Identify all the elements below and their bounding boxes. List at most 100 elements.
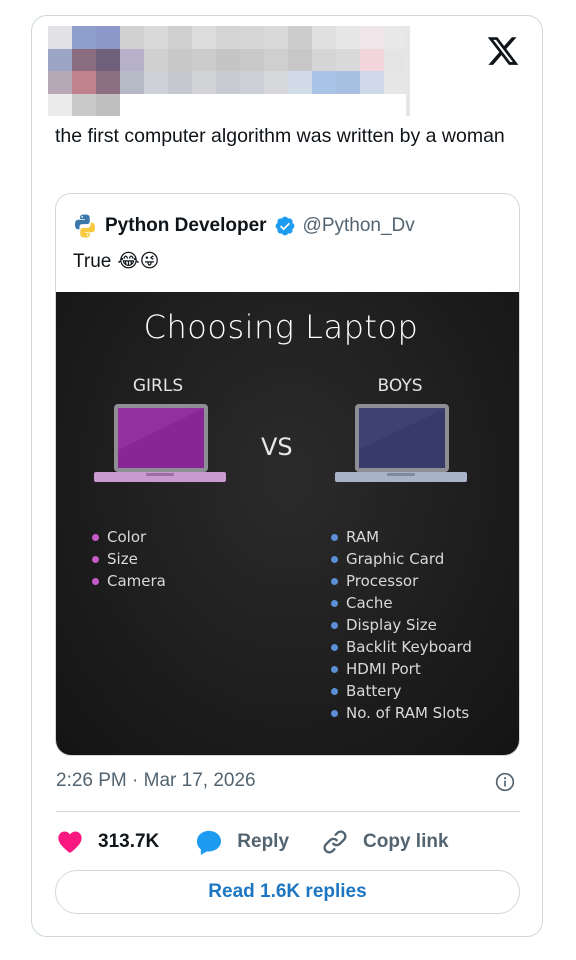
mosaic-cell <box>144 71 168 94</box>
boys-item-label: No. of RAM Slots <box>346 704 470 722</box>
pixelated-author-area <box>48 26 408 116</box>
quoted-author-name[interactable]: Python Developer <box>105 215 267 237</box>
mosaic-cell <box>264 26 288 49</box>
boys-item-label: Processor <box>346 572 419 590</box>
bullet-dot <box>92 533 99 541</box>
mosaic-cell <box>312 93 336 116</box>
boys-item: Cache <box>331 592 472 614</box>
quoted-author-handle[interactable]: @Python_Dv <box>303 215 415 237</box>
mosaic-cell <box>96 48 120 71</box>
mosaic-cell <box>336 71 360 94</box>
mosaic-cell <box>360 93 384 116</box>
mosaic-cell <box>120 71 144 94</box>
mosaic-cell <box>168 26 192 49</box>
read-replies-button[interactable]: Read 1.6K replies <box>55 870 520 914</box>
mosaic-cell <box>360 26 384 49</box>
mosaic-cell <box>144 48 168 71</box>
like-button[interactable]: 313.7K <box>56 828 159 856</box>
mosaic-cell <box>168 48 192 71</box>
mosaic-cell <box>144 93 168 116</box>
reply-bubble-icon <box>197 830 222 855</box>
mosaic-cell <box>192 71 216 94</box>
mosaic-cell <box>360 71 384 94</box>
girls-item: Color <box>92 526 166 548</box>
mosaic-cell <box>312 71 336 94</box>
mosaic-cell <box>96 26 120 49</box>
mosaic-cell <box>192 93 216 116</box>
mosaic-cell <box>336 48 360 71</box>
reply-button[interactable]: Reply <box>195 828 289 856</box>
mosaic-cell <box>264 93 288 116</box>
bullet-dot <box>331 555 338 563</box>
boys-item: HDMI Port <box>331 658 472 680</box>
image-title: Choosing Laptop <box>143 308 419 346</box>
python-logo-icon <box>75 214 95 238</box>
mosaic-cell <box>216 93 240 116</box>
mosaic-cell <box>120 48 144 71</box>
mosaic-cell <box>48 26 72 49</box>
boys-item-label: RAM <box>346 528 380 546</box>
mosaic-cell <box>192 48 216 71</box>
boys-item: Battery <box>331 680 472 702</box>
tweet-timestamp[interactable]: 2:26 PM · Mar 17, 2026 <box>56 770 256 792</box>
boys-item-label: Display Size <box>346 616 437 634</box>
girls-item-label: Size <box>107 550 138 568</box>
mosaic-cell <box>384 93 408 116</box>
mosaic-cell <box>48 93 72 116</box>
divider <box>56 811 520 812</box>
mosaic-cell <box>384 71 408 94</box>
mosaic-cell <box>72 26 96 49</box>
quoted-tweet-text: True 😂 😜 <box>73 250 159 273</box>
mosaic-cell <box>264 48 288 71</box>
mosaic-cell <box>312 26 336 49</box>
bullet-dot <box>331 643 338 651</box>
quoted-tweet[interactable]: Python Developer @Python_Dv True 😂 😜 Choo… <box>55 193 520 756</box>
bullet-dot <box>92 577 99 585</box>
mosaic-cell <box>240 48 264 71</box>
boys-item-label: Backlit Keyboard <box>346 638 472 656</box>
mosaic-cell <box>288 48 312 71</box>
boys-item: Processor <box>331 570 472 592</box>
reply-label: Reply <box>237 831 290 852</box>
link-icon <box>323 830 347 854</box>
bullet-dot <box>331 709 338 717</box>
mosaic-cell <box>288 71 312 94</box>
girls-heading: GIRLS <box>132 376 184 396</box>
girls-item-label: Color <box>107 528 147 546</box>
mosaic-cell <box>216 26 240 49</box>
purple-laptop-icon <box>94 404 226 482</box>
mosaic-cell <box>288 26 312 49</box>
boys-item: Backlit Keyboard <box>331 636 472 658</box>
mosaic-cell <box>336 26 360 49</box>
mosaic-cell <box>168 71 192 94</box>
girls-item-label: Camera <box>107 572 166 590</box>
tears-of-joy-emoji: 😂 <box>117 251 140 272</box>
x-logo-icon[interactable] <box>486 34 520 68</box>
mosaic-edge <box>406 26 410 116</box>
boys-item-label: Graphic Card <box>346 550 445 568</box>
mosaic-cell <box>96 93 120 116</box>
mosaic-cell <box>48 71 72 94</box>
winking-tongue-emoji: 😜 <box>139 251 160 272</box>
mosaic-cell <box>264 71 288 94</box>
quoted-tweet-header: Python Developer @Python_Dv <box>72 213 415 239</box>
mosaic-cell <box>288 93 312 116</box>
bullet-dot <box>331 621 338 629</box>
quoted-text-content: True <box>73 250 112 272</box>
bullet-dot <box>331 687 338 695</box>
mosaic-cell <box>72 93 96 116</box>
mosaic-cell <box>360 48 384 71</box>
info-icon[interactable] <box>495 772 515 792</box>
bullet-dot <box>331 665 338 673</box>
action-bar: 313.7K Reply Copy link <box>56 826 449 858</box>
heart-icon <box>58 831 82 853</box>
mosaic-cell <box>48 48 72 71</box>
girls-item: Camera <box>92 570 166 592</box>
bullet-dot <box>92 555 99 563</box>
quoted-image[interactable]: Choosing Laptop GIRLS BOYS VS Color Size C… <box>56 292 519 755</box>
mosaic-cell <box>384 26 408 49</box>
copy-link-button[interactable]: Copy link <box>321 828 449 856</box>
tweet-text: the first computer algorithm was written… <box>55 125 505 147</box>
mosaic-cell <box>240 93 264 116</box>
like-count: 313.7K <box>98 831 160 852</box>
